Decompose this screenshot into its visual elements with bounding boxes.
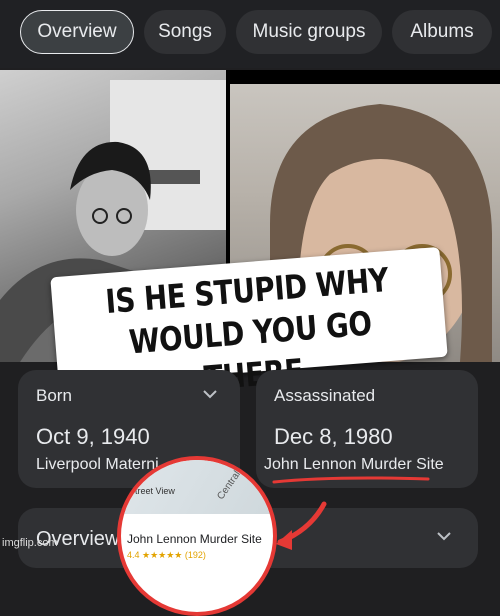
tab-overview[interactable]: Overview xyxy=(20,10,134,54)
chevron-down-icon[interactable] xyxy=(202,386,218,407)
assassinated-card[interactable]: Assassinated Dec 8, 1980 John Lennon Mur… xyxy=(256,370,478,488)
chevron-down-icon[interactable] xyxy=(436,528,452,549)
assassinated-place[interactable]: John Lennon Murder Site xyxy=(264,456,444,474)
zoom-callout: Street View Central John Lennon Murder S… xyxy=(117,456,277,616)
tab-songs[interactable]: Songs xyxy=(144,10,226,54)
tab-music-groups[interactable]: Music groups xyxy=(236,10,382,54)
filter-tabs: Overview Songs Music groups Albums xyxy=(0,0,500,68)
watermark: imgflip.com xyxy=(2,537,58,549)
road-label: Central xyxy=(215,469,243,502)
red-arrow-annotation xyxy=(276,501,327,550)
street-view-label: Street View xyxy=(129,486,175,496)
born-date: Oct 9, 1940 xyxy=(36,424,150,449)
assassinated-label: Assassinated xyxy=(274,386,376,405)
red-underline-annotation xyxy=(272,476,430,484)
assassinated-date: Dec 8, 1980 xyxy=(274,424,393,449)
map-thumbnail[interactable]: Street View Central xyxy=(121,460,273,514)
tab-albums[interactable]: Albums xyxy=(392,10,492,54)
born-label: Born xyxy=(36,386,72,405)
place-title[interactable]: John Lennon Murder Site xyxy=(127,532,262,546)
